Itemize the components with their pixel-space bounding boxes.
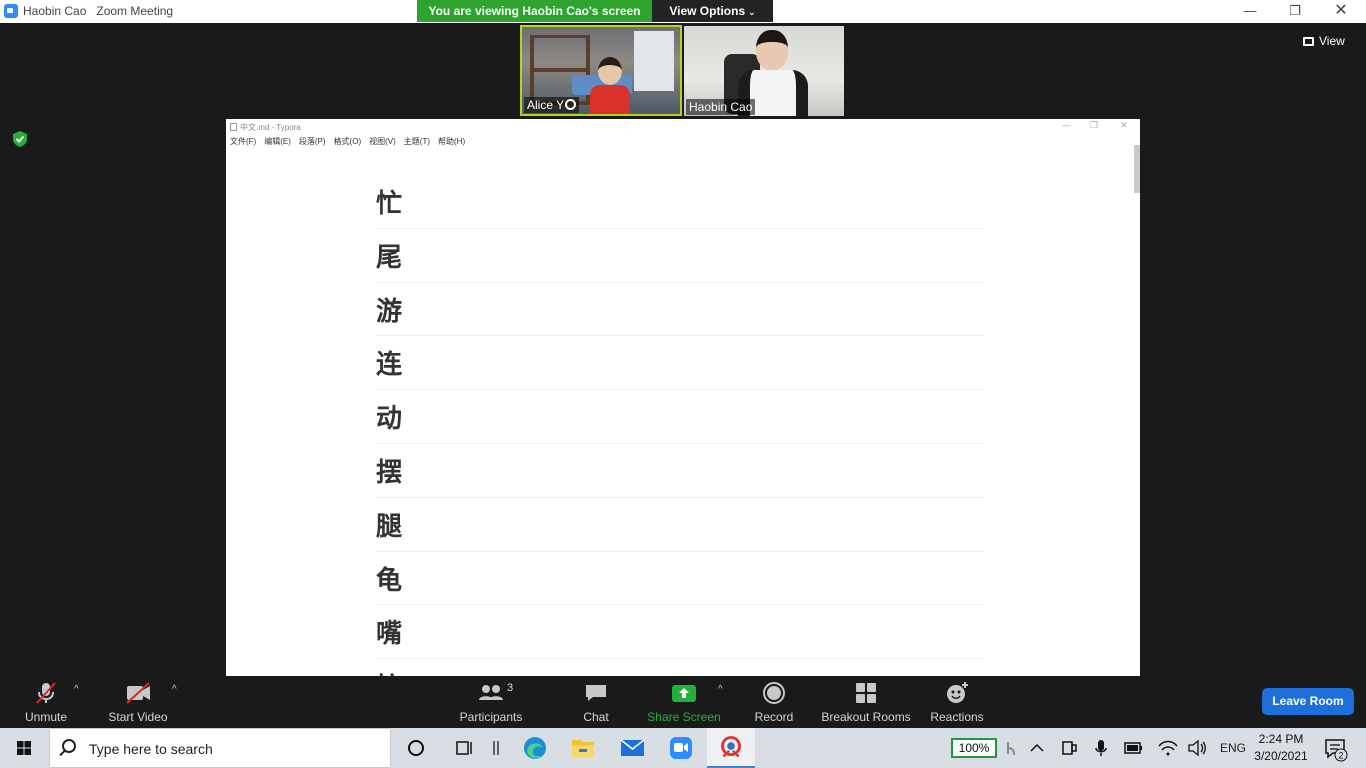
menu-format[interactable]: 格式(O)	[334, 137, 362, 146]
spotlight-icon	[565, 99, 577, 110]
heading-row: 腿	[376, 498, 984, 552]
microphone-icon[interactable]	[1088, 728, 1114, 768]
grid-icon	[1303, 37, 1314, 46]
search-icon	[62, 739, 76, 753]
leave-room-button[interactable]: Leave Room	[1262, 688, 1354, 715]
chevron-down-icon: ⌄	[748, 7, 756, 17]
typora-scrollbar[interactable]	[1134, 145, 1140, 193]
typora-taskbar-icon[interactable]	[707, 728, 755, 768]
heading-row: 忙	[376, 175, 984, 229]
typora-minimize-button[interactable]: —	[1062, 120, 1071, 130]
battery-percent-indicator[interactable]: 100%	[951, 738, 997, 758]
restore-button[interactable]: ❐	[1272, 0, 1318, 23]
typora-document: 忙 尾 游 连 动 摆 腿 龟 嘴 搞	[376, 175, 984, 676]
encryption-shield-icon[interactable]	[11, 130, 29, 148]
heading-row: 搞	[376, 659, 984, 676]
view-options-label: View Options	[669, 4, 746, 18]
menu-paragraph[interactable]: 段落(P)	[299, 137, 326, 146]
clock-date: 3/20/2021	[1254, 749, 1308, 763]
typora-menu-bar: 文件(F) 编辑(E) 段落(P) 格式(O) 视图(V) 主题(T) 帮助(H)	[230, 136, 473, 147]
meeting-area: Alice Y Haobin Cao View 中文.md - Typora —…	[0, 23, 1366, 676]
system-clock[interactable]: 2:24 PM 3/20/2021	[1252, 731, 1310, 765]
windows-taskbar: Type here to search 100% ENG 2:24 PM 3/2…	[0, 728, 1366, 768]
typora-app-icon	[230, 123, 237, 131]
heading-row: 摆	[376, 444, 984, 498]
menu-edit[interactable]: 编辑(E)	[264, 137, 291, 146]
viewing-screen-banner: You are viewing Haobin Cao's screen	[417, 0, 652, 22]
zoom-taskbar-icon[interactable]	[657, 728, 705, 768]
language-indicator[interactable]: ENG	[1220, 741, 1246, 755]
file-explorer-icon[interactable]	[559, 728, 607, 768]
participant-video-alice	[590, 57, 630, 114]
video-options-caret[interactable]: ^	[172, 684, 177, 695]
cortana-icon[interactable]	[392, 728, 440, 768]
participant-name-tag: Haobin Cao	[686, 99, 756, 115]
heading-row: 尾	[376, 229, 984, 283]
menu-help[interactable]: 帮助(H)	[438, 137, 465, 146]
reactions-button[interactable]: Reactions	[930, 680, 984, 724]
record-button[interactable]: Record	[752, 680, 796, 724]
search-placeholder: Type here to search	[89, 741, 213, 757]
notification-count: 2	[1338, 751, 1343, 761]
heading-row: 游	[376, 283, 984, 337]
minimize-button[interactable]: —	[1227, 0, 1273, 23]
battery-icon[interactable]	[1120, 728, 1146, 768]
meet-now-icon[interactable]	[1056, 728, 1082, 768]
notifications-icon[interactable]: 2	[1318, 728, 1366, 768]
meeting-control-bar: Unmute ^ Start Video ^ Participants 3 Ch…	[0, 676, 1366, 728]
microphone-muted-icon	[36, 682, 56, 704]
menu-view[interactable]: 视图(V)	[369, 137, 396, 146]
edge-browser-icon[interactable]	[511, 728, 559, 768]
share-screen-icon	[672, 685, 696, 702]
record-icon	[763, 682, 785, 704]
wifi-icon[interactable]	[1154, 728, 1180, 768]
view-layout-button[interactable]: View	[1303, 34, 1345, 48]
windows-start-icon[interactable]	[0, 728, 48, 768]
audio-options-caret[interactable]: ^	[74, 684, 79, 695]
zoom-title-bar: Haobin Cao Zoom Meeting You are viewing …	[0, 0, 1366, 23]
unmute-button[interactable]: Unmute	[20, 680, 72, 724]
share-options-caret[interactable]: ^	[718, 684, 723, 695]
heading-row: 连	[376, 336, 984, 391]
heading-row: 动	[376, 390, 984, 444]
breakout-rooms-icon	[856, 683, 876, 703]
breakout-rooms-button[interactable]: Breakout Rooms	[820, 680, 912, 724]
heading-row: 嘴	[376, 605, 984, 660]
participants-button[interactable]: Participants	[458, 680, 524, 724]
menu-file[interactable]: 文件(F)	[230, 137, 256, 146]
share-screen-button[interactable]: Share Screen	[646, 680, 722, 724]
clock-time: 2:24 PM	[1258, 732, 1304, 746]
video-off-icon	[126, 682, 150, 704]
chat-icon	[586, 685, 606, 701]
zoom-window-title: Haobin Cao Zoom Meeting	[23, 4, 174, 18]
typora-title: 中文.md - Typora	[230, 122, 301, 133]
typora-close-button[interactable]: ✕	[1120, 120, 1128, 131]
chat-button[interactable]: Chat	[580, 680, 612, 724]
reactions-icon	[947, 682, 968, 703]
chevron-up-icon[interactable]	[1024, 728, 1050, 768]
close-button[interactable]: ✕	[1318, 0, 1364, 23]
start-video-button[interactable]: Start Video	[106, 680, 170, 724]
typora-restore-button[interactable]: ❐	[1090, 120, 1098, 131]
touch-icon[interactable]	[996, 728, 1026, 768]
view-options-button[interactable]: View Options ⌄	[652, 0, 773, 22]
menu-theme[interactable]: 主题(T)	[404, 137, 430, 146]
zoom-app-icon	[4, 4, 18, 18]
shared-screen[interactable]: 中文.md - Typora — ❐ ✕ 文件(F) 编辑(E) 段落(P) 格式(O…	[226, 119, 1140, 676]
taskbar-search-box[interactable]: Type here to search	[49, 728, 391, 768]
participants-icon	[479, 685, 503, 700]
heading-row: 龟	[376, 552, 984, 606]
video-thumbnail-haobin[interactable]: Haobin Cao	[684, 26, 844, 116]
participant-name-tag: Alice Y	[524, 97, 580, 113]
mail-icon[interactable]	[608, 728, 656, 768]
participants-count: 3	[507, 682, 514, 694]
volume-icon[interactable]	[1184, 728, 1210, 768]
video-thumbnail-alice[interactable]: Alice Y	[520, 25, 682, 116]
